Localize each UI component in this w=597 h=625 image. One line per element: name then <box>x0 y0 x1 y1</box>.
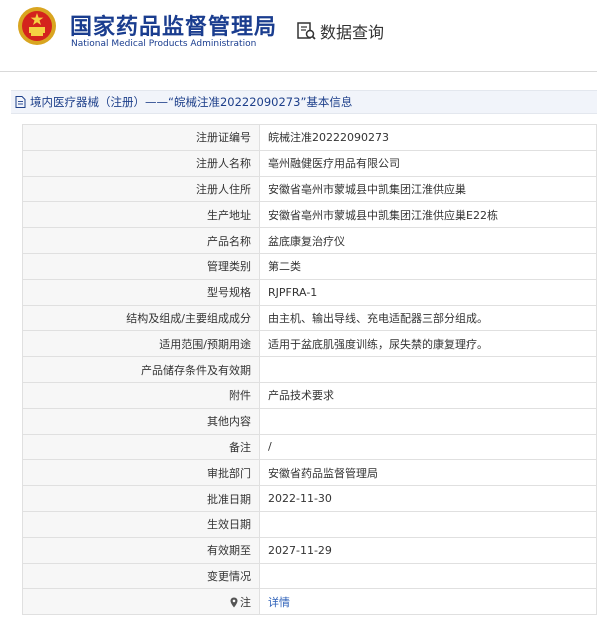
table-row: 注册人名称 亳州融健医疗用品有限公司 <box>22 149 597 177</box>
field-value: 第二类 <box>259 252 597 280</box>
table-row: 注册证编号 皖械注准20222090273 <box>22 124 597 151</box>
field-label: 生产地址 <box>22 201 260 229</box>
field-value: 皖械注准20222090273 <box>259 124 597 151</box>
field-label: 批准日期 <box>22 485 260 512</box>
table-row: 批准日期 2022-11-30 <box>22 485 597 512</box>
field-label: 适用范围/预期用途 <box>22 330 260 358</box>
field-value: 安徽省药品监督管理局 <box>259 459 597 487</box>
field-value: 2027-11-29 <box>259 536 597 564</box>
field-label: 备注 <box>22 433 260 461</box>
table-row: 生产地址 安徽省亳州市蒙城县中凯集团江淮供应巢E22栋 <box>22 201 597 229</box>
table-row: 结构及组成/主要组成成分 由主机、输出导线、充电适配器三部分组成。 <box>22 304 597 332</box>
field-value <box>259 407 597 435</box>
table-row: 其他内容 <box>22 407 597 435</box>
site-title-english: National Medical Products Administration <box>71 39 257 49</box>
field-value: 由主机、输出导线、充电适配器三部分组成。 <box>259 304 597 332</box>
field-label: 型号规格 <box>22 278 260 306</box>
field-label: 有效期至 <box>22 536 260 564</box>
table-row: 管理类别 第二类 <box>22 252 597 280</box>
field-label: 结构及组成/主要组成成分 <box>22 304 260 332</box>
data-query-link[interactable]: 数据查询 <box>296 19 384 43</box>
field-value: RJPFRA-1 <box>259 278 597 306</box>
note-label: 注 <box>240 595 251 609</box>
field-value: 适用于盆底肌强度训练，尿失禁的康复理疗。 <box>259 330 597 358</box>
note-row: 注详情 <box>22 588 597 616</box>
table-row: 有效期至 2027-11-29 <box>22 536 597 564</box>
table-row: 变更情况 <box>22 562 597 590</box>
field-label: 管理类别 <box>22 252 260 280</box>
field-label: 附件 <box>22 381 260 409</box>
national-emblem-icon <box>18 7 56 45</box>
table-row: 备注 / <box>22 433 597 461</box>
site-header: 国家药品监督管理局 National Medical Products Admi… <box>0 0 597 72</box>
field-label: 注册证编号 <box>22 124 260 151</box>
field-value <box>259 356 597 383</box>
table-row: 审批部门 安徽省药品监督管理局 <box>22 459 597 487</box>
field-label: 其他内容 <box>22 407 260 435</box>
field-value: 安徽省亳州市蒙城县中凯集团江淮供应巢 <box>259 175 597 203</box>
field-label: 产品储存条件及有效期 <box>22 356 260 383</box>
detail-table: 注册证编号 皖械注准20222090273 注册人名称 亳州融健医疗用品有限公司 注册人… <box>22 124 597 616</box>
search-document-icon <box>297 22 316 40</box>
data-query-label: 数据查询 <box>320 23 385 42</box>
field-label: 注册人名称 <box>22 149 260 177</box>
note-label-cell: 注 <box>22 588 260 616</box>
field-label: 注册人住所 <box>22 175 260 203</box>
field-value: 产品技术要求 <box>259 381 597 409</box>
table-row: 附件 产品技术要求 <box>22 381 597 409</box>
site-title: 国家药品监督管理局 <box>70 15 278 40</box>
table-row: 注册人住所 安徽省亳州市蒙城县中凯集团江淮供应巢 <box>22 175 597 203</box>
field-value: 亳州融健医疗用品有限公司 <box>259 149 597 177</box>
field-value <box>259 510 597 538</box>
table-row: 生效日期 <box>22 510 597 538</box>
table-row: 适用范围/预期用途 适用于盆底肌强度训练，尿失禁的康复理疗。 <box>22 330 597 358</box>
field-value: 安徽省亳州市蒙城县中凯集团江淮供应巢E22栋 <box>259 201 597 229</box>
breadcrumb: 境内医疗器械（注册）——“皖械注准20222090273”基本信息 <box>11 90 597 114</box>
document-icon <box>15 96 26 108</box>
field-label: 变更情况 <box>22 562 260 590</box>
header-spacer <box>0 73 597 90</box>
field-value <box>259 562 597 590</box>
field-label: 产品名称 <box>22 227 260 254</box>
field-value: 盆底康复治疗仪 <box>259 227 597 254</box>
breadcrumb-text: 境内医疗器械（注册）——“皖械注准20222090273”基本信息 <box>30 95 353 109</box>
map-pin-icon <box>230 597 238 608</box>
field-value: 2022-11-30 <box>259 485 597 512</box>
field-label: 生效日期 <box>22 510 260 538</box>
table-row: 型号规格 RJPFRA-1 <box>22 278 597 306</box>
table-row: 产品储存条件及有效期 <box>22 356 597 383</box>
field-value: / <box>259 433 597 461</box>
field-label: 审批部门 <box>22 459 260 487</box>
details-link[interactable]: 详情 <box>259 588 597 616</box>
table-row: 产品名称 盆底康复治疗仪 <box>22 227 597 254</box>
